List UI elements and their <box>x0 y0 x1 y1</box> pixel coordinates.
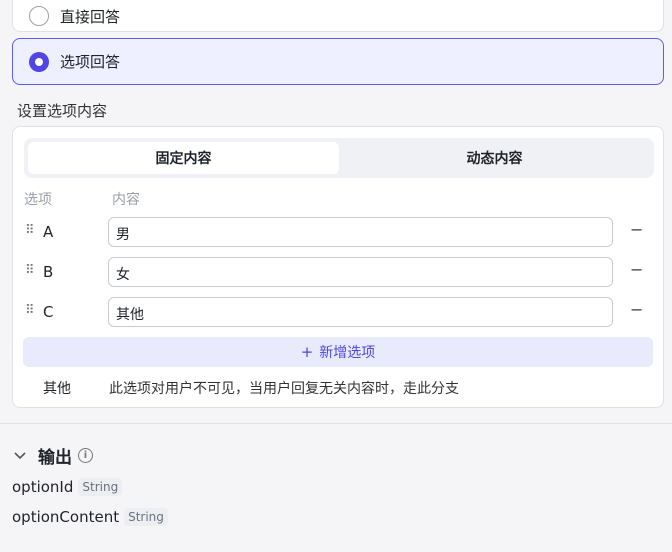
option-key: A <box>43 223 54 241</box>
type-badge: String <box>124 508 168 526</box>
output-section-header[interactable]: 输出 i <box>14 443 93 468</box>
remove-option-icon[interactable]: − <box>630 300 643 319</box>
option-answer-label: 选项回答 <box>60 53 121 71</box>
options-section-title: 设置选项内容 <box>17 102 108 120</box>
info-icon[interactable]: i <box>78 448 93 463</box>
option-answer-option[interactable]: 选项回答 <box>12 38 664 85</box>
direct-answer-label: 直接回答 <box>60 7 121 26</box>
tab-fixed-content[interactable]: 固定内容 <box>28 142 339 174</box>
add-option-label: 新增选项 <box>319 345 376 361</box>
plus-icon: + <box>300 343 314 361</box>
option-key: C <box>43 303 54 321</box>
option-content-input[interactable]: 男 <box>108 217 613 247</box>
content-type-toggle: 固定内容 动态内容 <box>24 138 654 178</box>
output-title: 输出 <box>38 448 72 468</box>
add-option-button[interactable]: + 新增选项 <box>23 337 653 367</box>
output-field: optionContent String <box>12 508 168 526</box>
remove-option-icon[interactable]: − <box>630 260 643 279</box>
option-row: ⠿ C 其他 − <box>13 297 663 329</box>
drag-handle-icon[interactable]: ⠿ <box>25 223 34 238</box>
section-divider <box>0 423 672 424</box>
direct-answer-radio[interactable] <box>29 6 49 26</box>
option-answer-radio[interactable] <box>29 51 49 72</box>
chevron-down-icon[interactable] <box>14 449 28 463</box>
type-badge: String <box>78 478 123 496</box>
option-content-input[interactable]: 女 <box>108 257 613 287</box>
remove-option-icon[interactable]: − <box>630 220 643 239</box>
tab-dynamic-content[interactable]: 动态内容 <box>339 142 650 174</box>
option-key: B <box>43 263 54 281</box>
drag-handle-icon[interactable]: ⠿ <box>25 303 34 318</box>
direct-answer-option[interactable]: 直接回答 <box>12 0 664 32</box>
column-header-content: 内容 <box>112 192 140 208</box>
option-content-input[interactable]: 其他 <box>108 297 613 327</box>
drag-handle-icon[interactable]: ⠿ <box>25 263 34 278</box>
output-field-name: optionId <box>12 478 74 496</box>
output-field: optionId String <box>12 478 123 496</box>
option-row: ⠿ A 男 − <box>13 217 663 249</box>
output-field-name: optionContent <box>12 508 120 526</box>
option-row: ⠿ B 女 − <box>13 257 663 289</box>
other-option-description: 此选项对用户不可见，当用户回复无关内容时，走此分支 <box>109 381 459 397</box>
options-panel: 固定内容 动态内容 选项 内容 ⠿ A 男 − ⠿ B 女 − ⠿ C 其他 −… <box>12 126 664 408</box>
other-option-key: 其他 <box>43 381 71 397</box>
column-header-option: 选项 <box>24 192 52 208</box>
